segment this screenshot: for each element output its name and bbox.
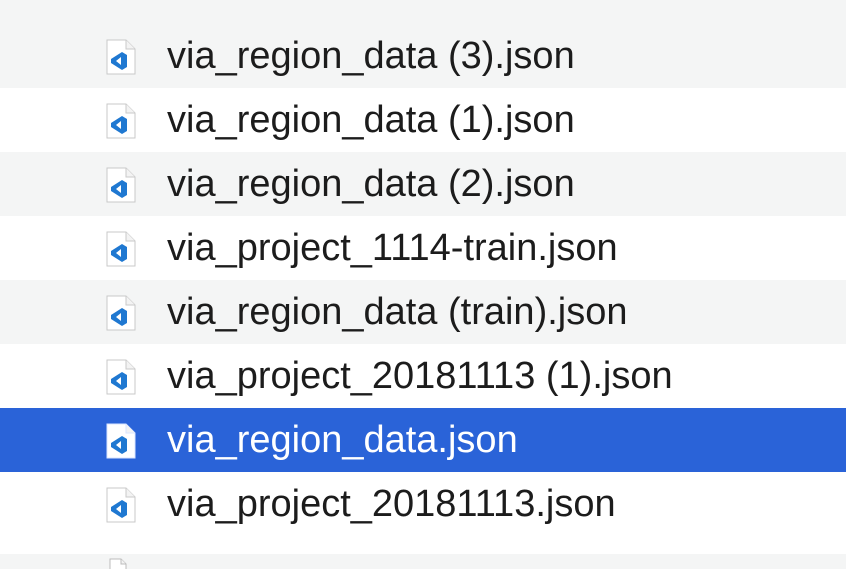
vscode-json-file-icon [106, 39, 136, 75]
file-name: via_project_20181113 (1).json [167, 355, 673, 397]
vscode-json-file-icon [106, 231, 136, 267]
file-row[interactable]: via_region_data (1).json [0, 88, 846, 152]
file-list: via_region_data (3).json via_region_data… [0, 0, 846, 569]
partially-visible-top-row[interactable] [0, 0, 846, 24]
file-name: via_region_data (1).json [167, 99, 575, 141]
file-name: via_region_data (train).json [167, 291, 628, 333]
file-row[interactable]: via_region_data (train).json [0, 280, 846, 344]
file-name: via_region_data (2).json [167, 163, 575, 205]
file-name: via_project_20181113.json [167, 483, 616, 525]
file-row-selected[interactable]: via_region_data.json [0, 408, 846, 472]
file-row[interactable]: via_region_data (3).json [0, 24, 846, 88]
file-row[interactable]: via_project_20181113 (1).json [0, 344, 846, 408]
partially-visible-bottom-row[interactable] [0, 554, 846, 569]
file-name: via_region_data (3).json [167, 35, 575, 77]
file-name: via_project_1114-train.json [167, 227, 618, 269]
file-row[interactable]: via_project_20181113.json [0, 472, 846, 536]
file-row[interactable]: via_project_1114-train.json [0, 216, 846, 280]
vscode-json-file-icon [106, 423, 136, 459]
vscode-json-file-icon [106, 295, 136, 331]
file-row[interactable]: via_region_data (2).json [0, 152, 846, 216]
file-name: via_region_data.json [167, 419, 518, 461]
vscode-json-file-icon [106, 487, 136, 523]
vscode-json-file-icon [106, 359, 136, 395]
file-icon [109, 558, 127, 569]
vscode-json-file-icon [106, 103, 136, 139]
vscode-json-file-icon [106, 167, 136, 203]
